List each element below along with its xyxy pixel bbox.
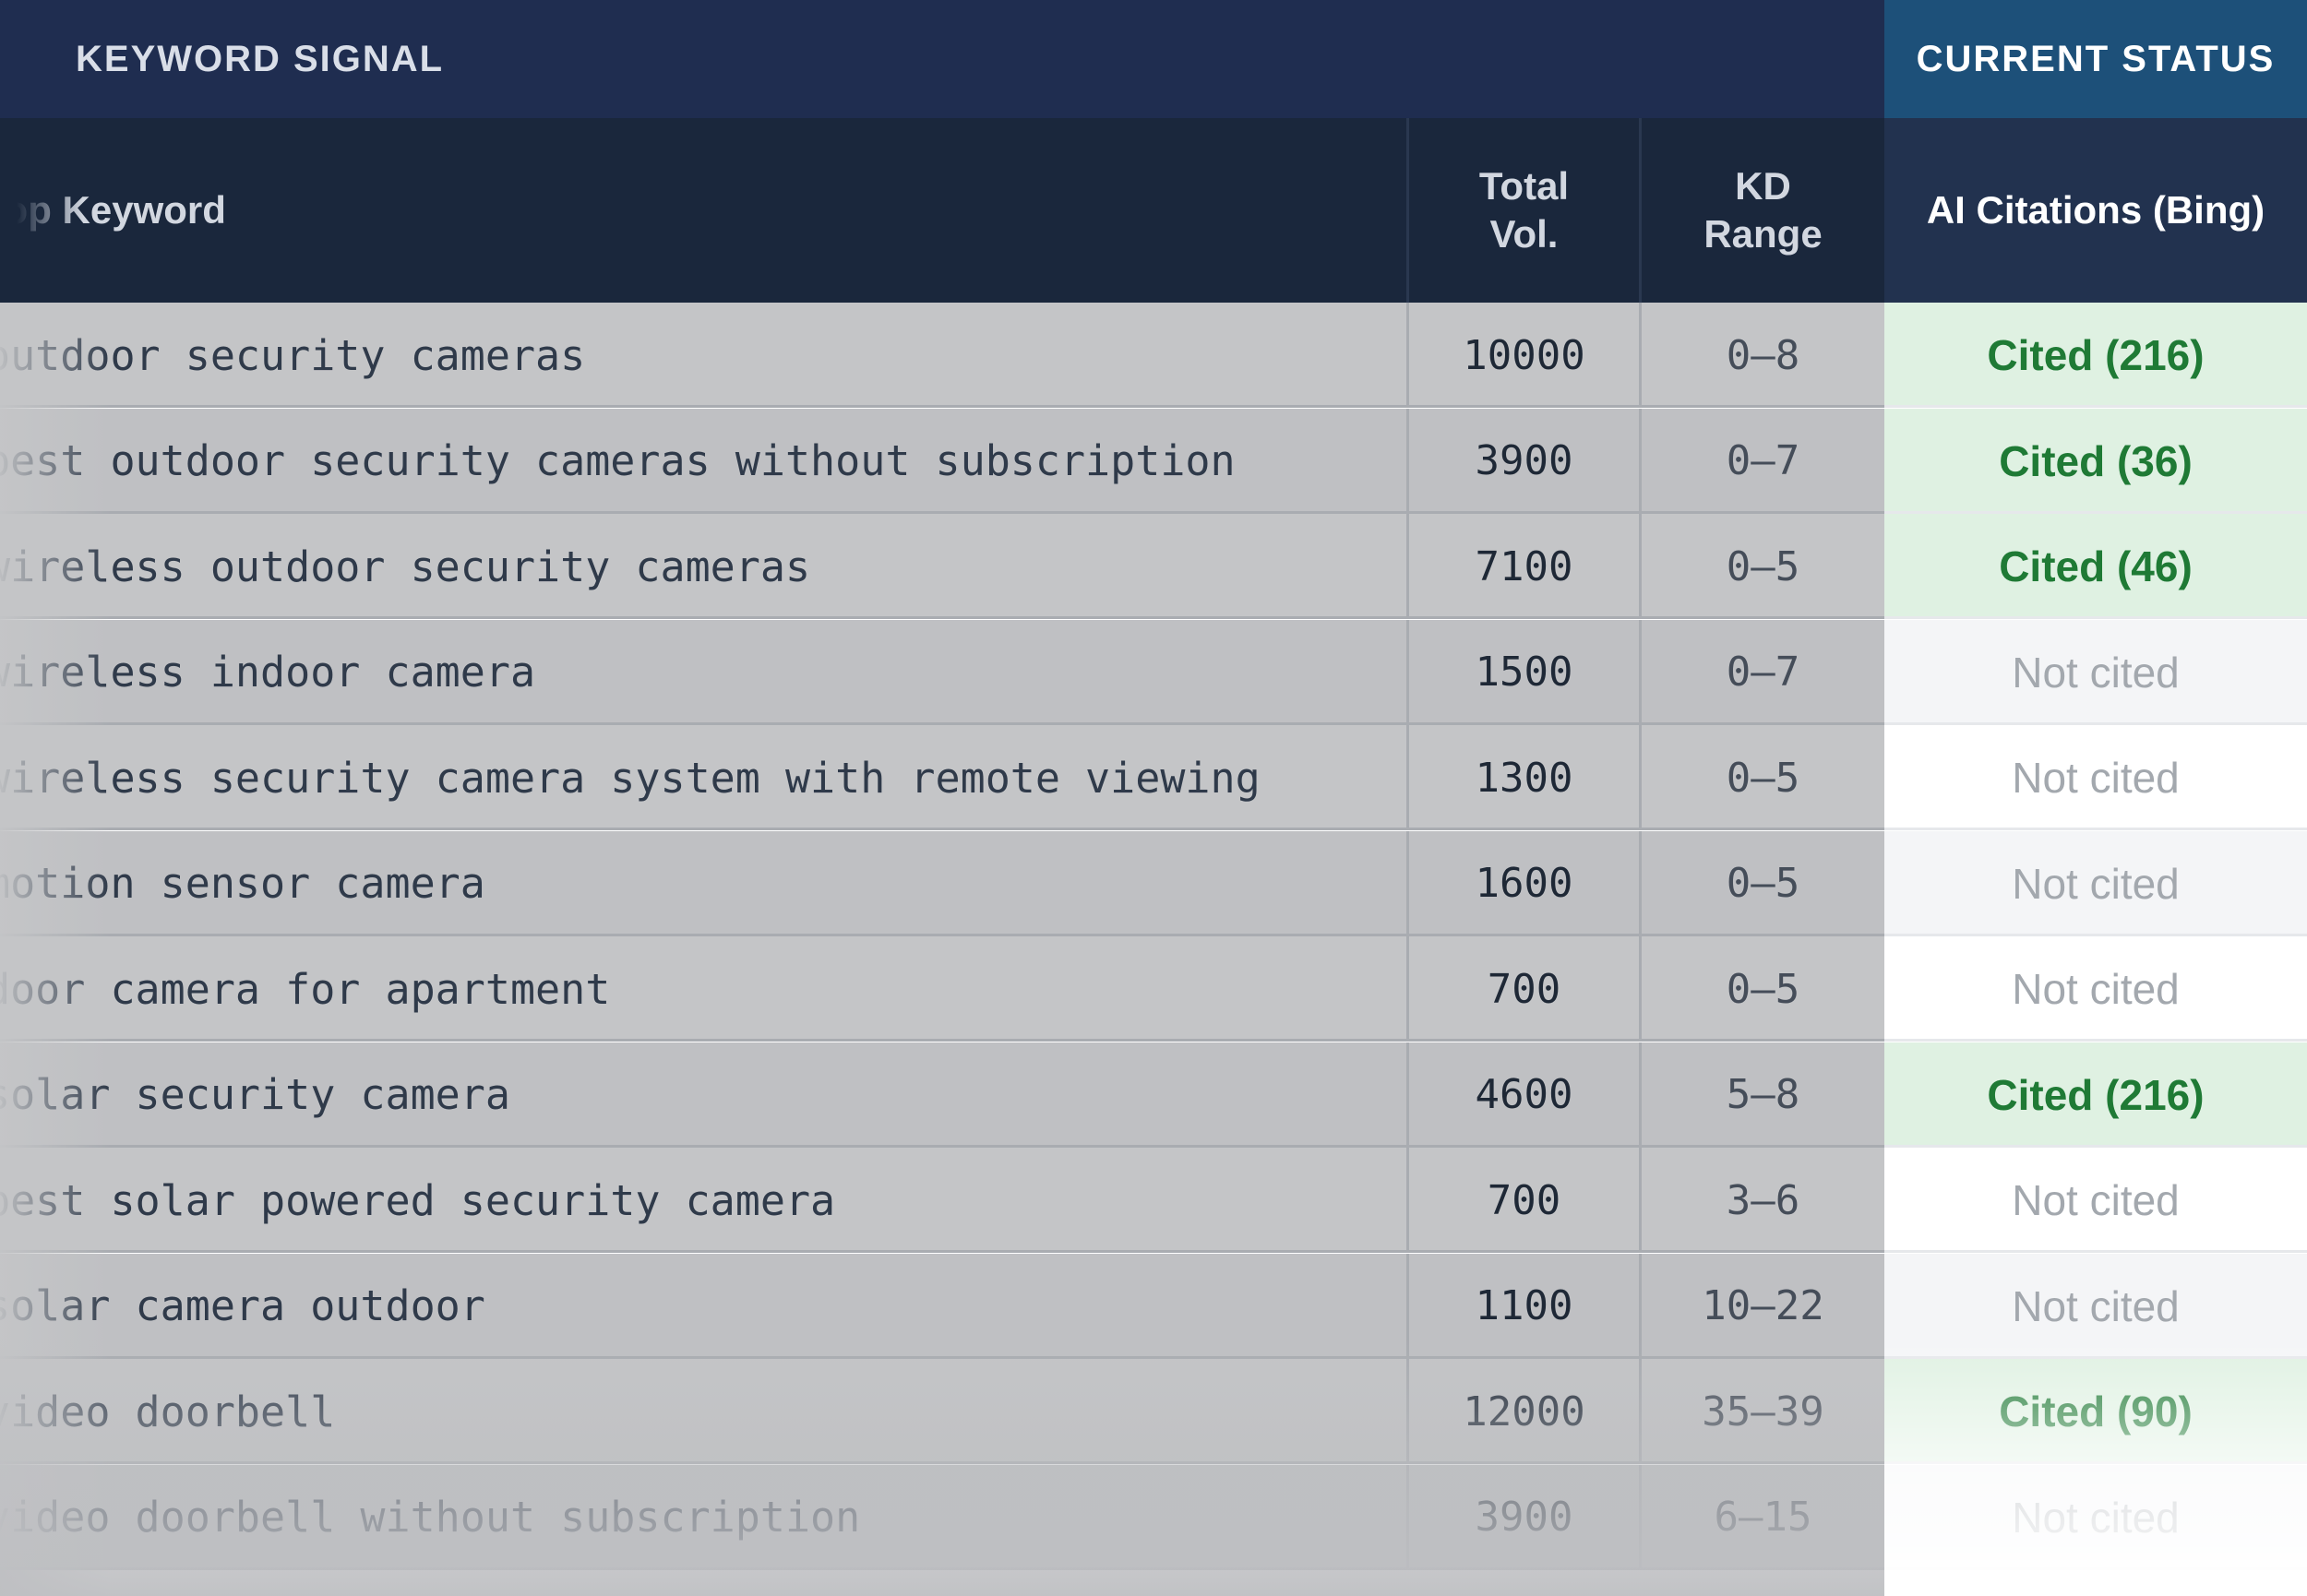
status-badge-cited: Cited (46) <box>1884 514 2307 619</box>
cell-keyword: solar security camera <box>0 1042 1406 1148</box>
cell-total-vol: 3900 <box>1406 1464 1639 1570</box>
status-badge-not-cited: Not cited <box>1884 725 2307 830</box>
keyword-table: KEYWORD SIGNAL CURRENT STATUS Top Keywor… <box>0 0 2307 1596</box>
cell-kd-range: 6–15 <box>1639 1464 1884 1570</box>
cell-kd-range: 3–6 <box>1639 1148 1884 1253</box>
cell-kd-range: 0–5 <box>1639 936 1884 1042</box>
status-badge-cited: Cited (36) <box>1884 408 2307 514</box>
cell-keyword: best outdoor security cameras without su… <box>0 409 1406 514</box>
cell-total-vol: 1100 <box>1406 1253 1639 1359</box>
table-body: outdoor security cameras 10000 0–8 Cited (2… <box>0 303 2307 1596</box>
cell-kd-range: 0–7 <box>1639 408 1884 514</box>
cell-keyword: solar camera outdoor <box>0 1254 1406 1359</box>
cell-keyword: motion sensor camera <box>0 831 1406 936</box>
cell-total-vol: 1500 <box>1406 619 1639 725</box>
group-header-keyword-signal: KEYWORD SIGNAL <box>0 0 1884 118</box>
cell-total-vol: 1300 <box>1406 725 1639 830</box>
keyword-text: door camera for apartment <box>0 964 611 1014</box>
column-header-row: Top Keyword Total Vol. KD Range AI Citat… <box>0 118 2307 303</box>
table-row[interactable]: video doorbell without subscription 3900 6… <box>0 1464 2307 1570</box>
status-badge-not-cited: Not cited <box>1884 830 2307 936</box>
column-header-total-vol[interactable]: Total Vol. <box>1406 118 1639 303</box>
group-header-right-label: CURRENT STATUS <box>1916 38 2276 79</box>
column-header-ai-citations[interactable]: AI Citations (Bing) <box>1884 118 2307 303</box>
cell-kd-range: 0–5 <box>1639 725 1884 830</box>
cell-keyword: video doorbell <box>0 1359 1406 1464</box>
cell-keyword: wireless security camera system with rem… <box>0 725 1406 830</box>
keyword-text: video doorbell without subscription <box>0 1493 861 1542</box>
table-row[interactable]: solar camera outdoor 1100 10–22 Not cited <box>0 1253 2307 1359</box>
table-row[interactable]: motion sensor camera 1600 0–5 Not cited <box>0 830 2307 936</box>
keyword-text: outdoor security cameras <box>0 330 586 380</box>
cell-keyword: wireless indoor camera <box>0 620 1406 725</box>
cell-keyword: video doorbell without subscription <box>0 1465 1406 1570</box>
cell-keyword: wireless outdoor security cameras <box>0 514 1406 619</box>
status-badge-not-cited: Not cited <box>1884 936 2307 1042</box>
cell-total-vol: 4600 <box>1406 1042 1639 1148</box>
column-header-total-vol-label: Total Vol. <box>1478 164 1570 256</box>
cell-kd-range: 0–8 <box>1639 303 1884 408</box>
keyword-text: video doorbell <box>0 1387 336 1436</box>
keyword-text: solar security camera <box>0 1070 510 1119</box>
status-badge-not-cited: Not cited <box>1884 619 2307 725</box>
table-row[interactable]: door camera for apartment 700 0–5 Not cited <box>0 936 2307 1042</box>
table-row[interactable]: outdoor security cameras 10000 0–8 Cited (2… <box>0 303 2307 408</box>
cell-kd-range: 0–7 <box>1639 619 1884 725</box>
keyword-text: solar camera outdoor <box>0 1281 485 1330</box>
cell-kd-range: 5–8 <box>1639 1042 1884 1148</box>
column-header-keyword[interactable]: Top Keyword <box>0 118 1406 303</box>
status-badge-not-cited: Not cited <box>1884 1253 2307 1359</box>
status-badge-cited: Cited (90) <box>1884 1359 2307 1464</box>
cell-total-vol: 1600 <box>1406 830 1639 936</box>
table-row[interactable]: solar security camera 4600 5–8 Cited (216) <box>0 1042 2307 1148</box>
status-badge-not-cited: Not cited <box>1884 1148 2307 1253</box>
cell-total-vol: 700 <box>1406 936 1639 1042</box>
column-header-ai-citations-label: AI Citations (Bing) <box>1926 188 2265 232</box>
cell-total-vol: 12000 <box>1406 1359 1639 1464</box>
table-row[interactable]: video doorbell 12000 35–39 Cited (90) <box>0 1359 2307 1464</box>
cell-kd-range: 10–22 <box>1639 1253 1884 1359</box>
cell-total-vol: 3900 <box>1406 408 1639 514</box>
column-header-kd-range-label: KD Range <box>1703 164 1823 256</box>
status-badge-cited: Cited (216) <box>1884 1042 2307 1148</box>
table-row[interactable]: best solar powered security camera 700 3–6… <box>0 1148 2307 1253</box>
group-header-row: KEYWORD SIGNAL CURRENT STATUS <box>0 0 2307 118</box>
cell-total-vol: 7100 <box>1406 514 1639 619</box>
group-header-left-label: KEYWORD SIGNAL <box>76 38 445 79</box>
table-row[interactable]: wireless security camera system with rem… <box>0 725 2307 830</box>
cell-keyword: door camera for apartment <box>0 936 1406 1042</box>
table-row[interactable]: wireless indoor camera 1500 0–7 Not cited <box>0 619 2307 725</box>
cell-keyword: best solar powered security camera <box>0 1148 1406 1253</box>
table-row[interactable]: wireless outdoor security cameras 7100 0–5… <box>0 514 2307 619</box>
cell-total-vol: 10000 <box>1406 303 1639 408</box>
keyword-text: motion sensor camera <box>0 859 485 908</box>
status-badge-not-cited: Not cited <box>1884 1464 2307 1570</box>
keyword-text: best outdoor security cameras without su… <box>0 436 1236 485</box>
keyword-text: wireless indoor camera <box>0 648 536 697</box>
group-header-current-status: CURRENT STATUS <box>1884 0 2307 118</box>
cell-kd-range: 0–5 <box>1639 514 1884 619</box>
keyword-text: wireless security camera system with rem… <box>0 753 1261 803</box>
status-badge-cited: Cited (216) <box>1884 303 2307 408</box>
table-row[interactable]: best outdoor security cameras without su… <box>0 408 2307 514</box>
cell-kd-range: 0–5 <box>1639 830 1884 936</box>
keyword-text: wireless outdoor security cameras <box>0 542 811 591</box>
keyword-text: best solar powered security camera <box>0 1175 836 1225</box>
cell-kd-range: 35–39 <box>1639 1359 1884 1464</box>
cell-total-vol: 700 <box>1406 1148 1639 1253</box>
column-header-kd-range[interactable]: KD Range <box>1639 118 1884 303</box>
column-header-keyword-label: Top Keyword <box>0 188 226 232</box>
cell-keyword: outdoor security cameras <box>0 303 1406 408</box>
